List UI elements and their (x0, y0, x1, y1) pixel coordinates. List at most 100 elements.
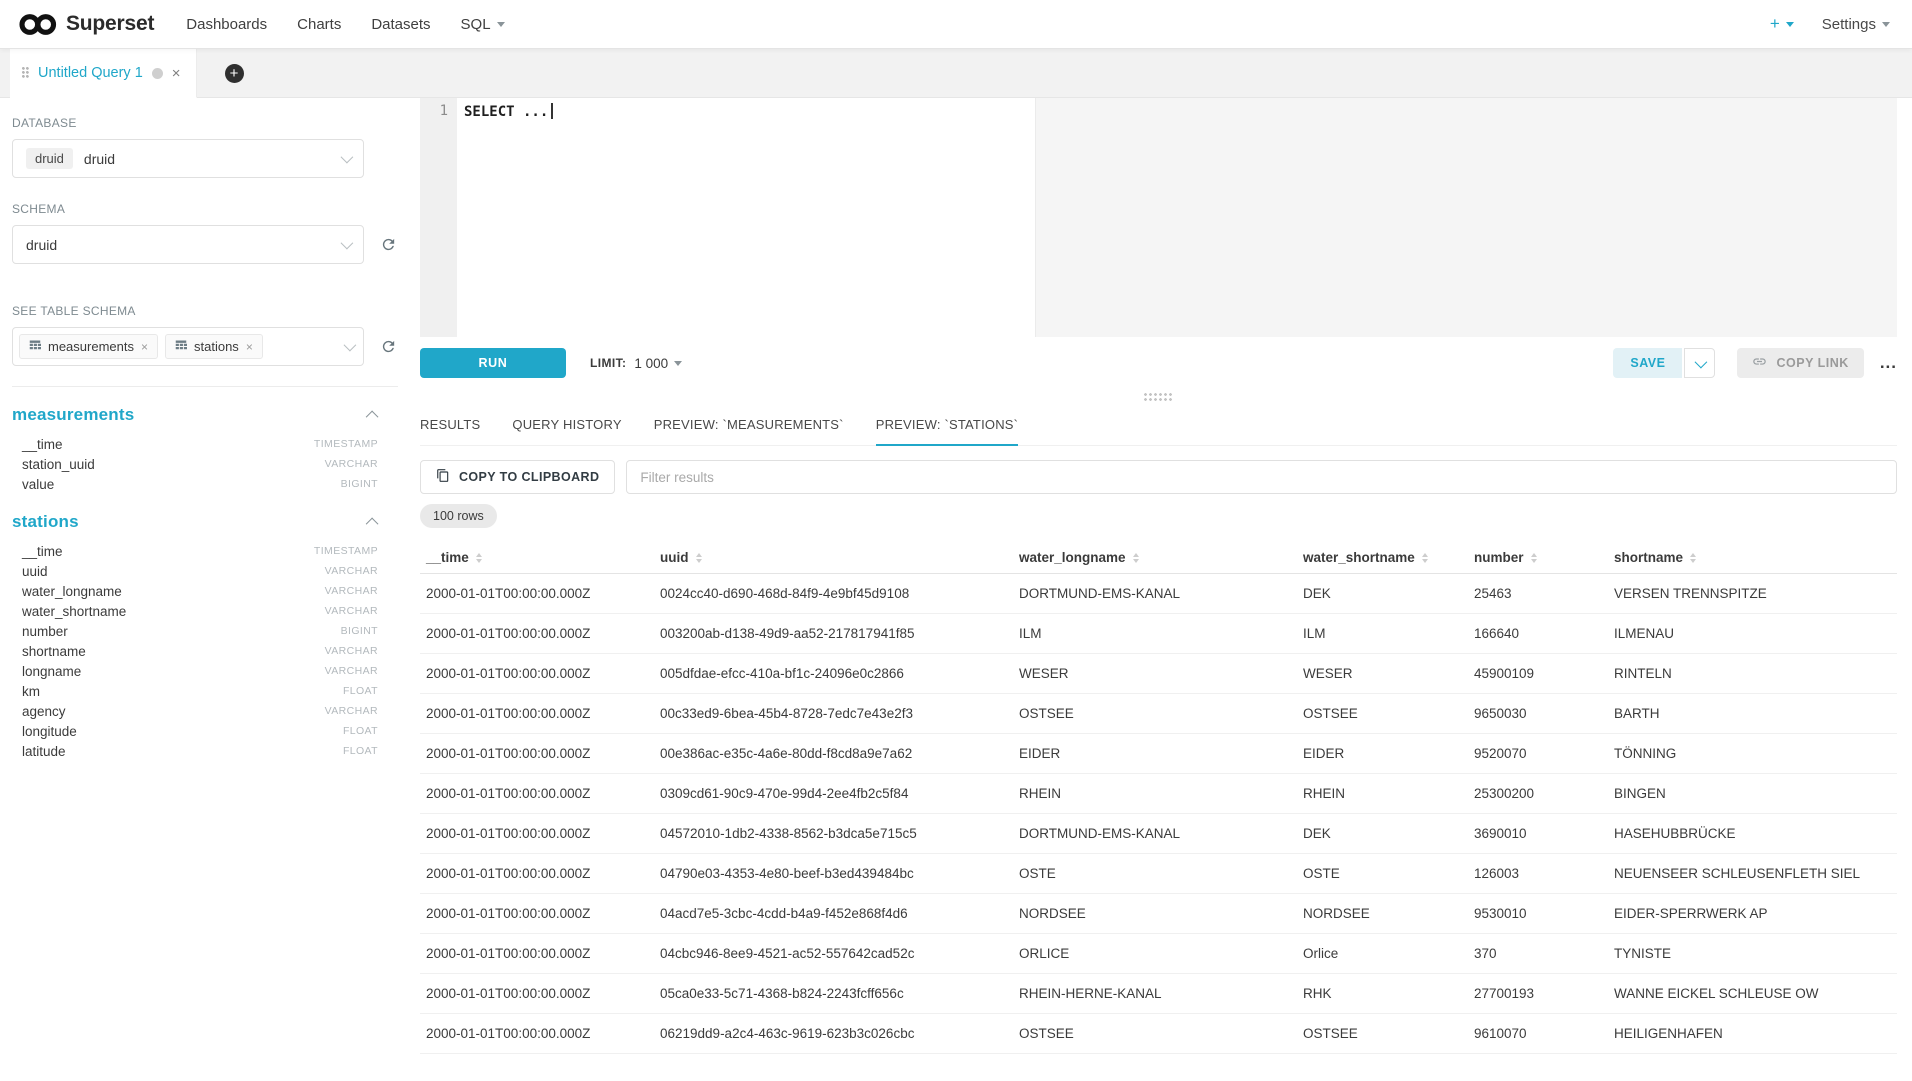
column-header-uuid[interactable]: uuid (654, 542, 1013, 574)
column-type: VARCHAR (325, 645, 378, 657)
refresh-icon[interactable] (378, 338, 398, 355)
chevron-up-icon (366, 410, 379, 423)
save-button[interactable]: SAVE (1613, 348, 1682, 378)
sort-icon[interactable] (1690, 553, 1696, 563)
refresh-icon[interactable] (378, 236, 398, 253)
sort-icon[interactable] (696, 553, 702, 563)
table-cell: RINTELN (1608, 654, 1897, 694)
clipboard-icon (436, 468, 450, 486)
database-value: druid (84, 151, 115, 167)
pane-resize-handle[interactable] (420, 389, 1897, 405)
column-header-number[interactable]: number (1468, 542, 1608, 574)
column-type: FLOAT (343, 685, 378, 697)
sort-icon[interactable] (1133, 553, 1139, 563)
column-header-water-shortname[interactable]: water_shortname (1297, 542, 1468, 574)
close-icon[interactable]: × (172, 66, 181, 81)
main-nav: Dashboards Charts Datasets SQL (186, 16, 534, 33)
table-cell: 2000-01-01T00:00:00.000Z (420, 574, 654, 614)
column-name: value (22, 477, 54, 492)
tab-preview-measurements[interactable]: PREVIEW: `MEASUREMENTS` (654, 405, 844, 445)
sql-editor-panel: 1 SELECT ... RUN LIMIT: 1 000 SAVE COPY … (410, 98, 1912, 1080)
column-name: water_shortname (22, 604, 126, 619)
table-cell: VERSEN TRENNSPITZE (1608, 574, 1897, 614)
tab-preview-stations[interactable]: PREVIEW: `STATIONS` (876, 405, 1018, 445)
tab-query-history[interactable]: QUERY HISTORY (512, 405, 621, 445)
column-row: station_uuidVARCHAR (12, 454, 398, 474)
table-cell: 126003 (1468, 854, 1608, 894)
column-type: FLOAT (343, 745, 378, 757)
run-button[interactable]: RUN (420, 348, 566, 378)
limit-value: 1 000 (634, 356, 668, 371)
table-cell: 2000-01-01T00:00:00.000Z (420, 694, 654, 734)
table-cell: EIDER (1013, 734, 1297, 774)
table-row: 2000-01-01T00:00:00.000Z04acd7e5-3cbc-4c… (420, 894, 1897, 934)
text-cursor (551, 103, 553, 119)
table-cell: 2000-01-01T00:00:00.000Z (420, 734, 654, 774)
schema-select[interactable]: druid (12, 225, 364, 264)
table-name: stations (12, 512, 79, 532)
sql-editor[interactable]: 1 SELECT ... (420, 98, 1897, 337)
limit-dropdown[interactable]: LIMIT: 1 000 (590, 356, 682, 371)
close-icon[interactable]: × (246, 341, 253, 353)
settings-menu[interactable]: Settings (1822, 16, 1890, 33)
add-tab-button[interactable]: + (225, 64, 244, 83)
copy-link-button[interactable]: COPY LINK (1737, 348, 1863, 378)
table-cell: 00c33ed9-6bea-45b4-8728-7edc7e43e2f3 (654, 694, 1013, 734)
table-row: 2000-01-01T00:00:00.000Z00c33ed9-6bea-45… (420, 694, 1897, 734)
new-dropdown[interactable]: + (1770, 14, 1794, 34)
save-dropdown-button[interactable] (1684, 348, 1715, 378)
table-cell: 00e386ac-e35c-4a6e-80dd-f8cd8a9e7a62 (654, 734, 1013, 774)
database-label: DATABASE (12, 116, 398, 130)
line-number: 1 (440, 103, 448, 119)
column-type: VARCHAR (325, 458, 378, 470)
nav-item-label: Charts (297, 16, 341, 33)
more-menu[interactable]: ... (1880, 353, 1897, 373)
schema-label: SCHEMA (12, 202, 398, 216)
table-cell: 04cbc946-8ee9-4521-ac52-557642cad52c (654, 934, 1013, 974)
table-section-header[interactable]: measurements (12, 405, 398, 425)
table-tag-measurements[interactable]: measurements× (19, 334, 158, 359)
tab-untitled-query-1[interactable]: Untitled Query 1 × (10, 49, 197, 98)
column-header-time[interactable]: __time (420, 542, 654, 574)
sql-lab-sidebar: DATABASE druid druid SCHEMA druid SEE TA… (0, 98, 410, 1080)
filter-results-input[interactable] (626, 460, 1897, 494)
column-row: valueBIGINT (12, 474, 398, 494)
sort-icon[interactable] (1531, 553, 1537, 563)
chevron-down-icon (674, 361, 682, 366)
sort-icon[interactable] (1422, 553, 1428, 563)
column-row: longitudeFLOAT (12, 721, 398, 741)
table-cell: TYNISTE (1608, 934, 1897, 974)
nav-item-label: Datasets (371, 16, 430, 33)
database-select[interactable]: druid druid (12, 139, 364, 178)
nav-item-sql[interactable]: SQL (461, 16, 505, 33)
column-name: longitude (22, 724, 77, 739)
nav-item-charts[interactable]: Charts (297, 16, 341, 33)
column-header-shortname[interactable]: shortname (1608, 542, 1897, 574)
table-cell: 25300200 (1468, 774, 1608, 814)
column-type: VARCHAR (325, 705, 378, 717)
copy-to-clipboard-button[interactable]: COPY TO CLIPBOARD (420, 460, 615, 494)
nav-item-datasets[interactable]: Datasets (371, 16, 430, 33)
column-header-water-longname[interactable]: water_longname (1013, 542, 1297, 574)
table-cell: 0309cd61-90c9-470e-99d4-2ee4fb2c5f84 (654, 774, 1013, 814)
sort-icon[interactable] (476, 553, 482, 563)
column-row: numberBIGINT (12, 621, 398, 641)
table-cell: NEUENSEER SCHLEUSENFLETH SIEL (1608, 854, 1897, 894)
column-row: water_longnameVARCHAR (12, 581, 398, 601)
table-cell: 27700193 (1468, 974, 1608, 1014)
table-cell: 370 (1468, 934, 1608, 974)
table-cell: DORTMUND-EMS-KANAL (1013, 814, 1297, 854)
close-icon[interactable]: × (141, 341, 148, 353)
brand-title[interactable]: Superset (66, 12, 154, 36)
column-type: VARCHAR (325, 565, 378, 577)
tab-results[interactable]: RESULTS (420, 405, 480, 445)
column-type: BIGINT (341, 625, 378, 637)
column-type: VARCHAR (325, 605, 378, 617)
table-cell: 2000-01-01T00:00:00.000Z (420, 774, 654, 814)
superset-logo-icon[interactable] (18, 12, 58, 37)
table-tag-stations[interactable]: stations× (165, 334, 263, 359)
table-section-header[interactable]: stations (12, 512, 398, 532)
nav-item-dashboards[interactable]: Dashboards (186, 16, 267, 33)
chevron-down-icon (344, 339, 357, 352)
table-select[interactable]: measurements× stations× (12, 327, 364, 366)
